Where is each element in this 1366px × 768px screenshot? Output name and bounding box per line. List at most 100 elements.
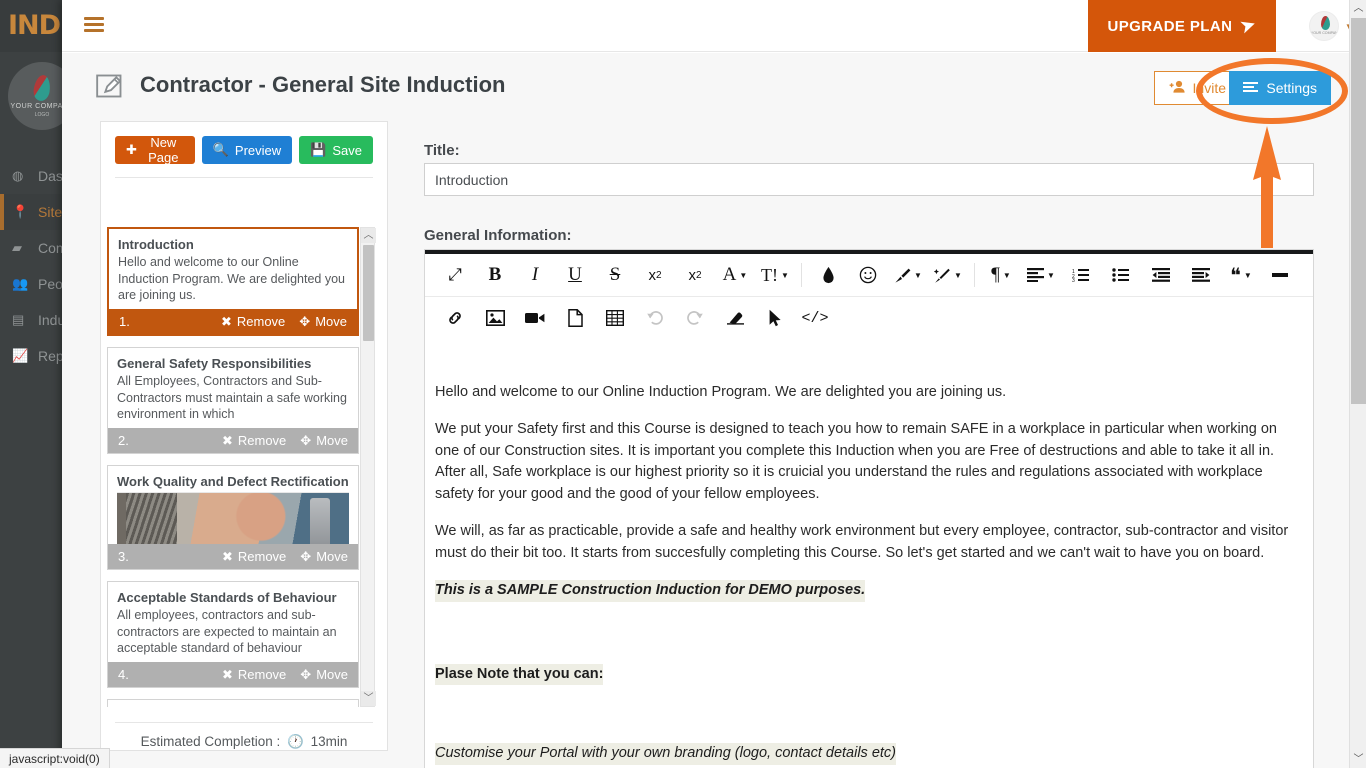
title-label: Title: [424,142,460,159]
insert-link-icon[interactable] [435,301,475,335]
preview-label: Preview [234,142,282,158]
new-page-button[interactable]: ✚ New Page [115,135,195,165]
page-card-footer: 3. ✖ Remove ✥ Move [108,544,358,569]
move-page-handle[interactable]: ✥ Move [300,667,348,683]
select-all-icon[interactable] [755,301,795,335]
dashboard-icon: ◍ [12,168,24,183]
editor-toolbar-row-2: </> [425,296,1313,339]
align-icon[interactable]: ▼ [1021,258,1061,292]
horizontal-rule-icon[interactable] [1261,258,1301,292]
page-card-thumbnail [117,492,349,544]
page-card[interactable]: General Safety Responsibilities All Empl… [107,347,359,454]
emoticon-icon[interactable] [848,258,888,292]
svg-text:3: 3 [1072,278,1075,282]
code-view-icon[interactable]: </> [795,301,835,335]
ordered-list-icon[interactable]: 123 [1061,258,1101,292]
paragraph-format-icon[interactable]: ¶ ▼ [981,258,1021,292]
page-card-excerpt: Hello and welcome to our Online Inductio… [118,255,345,302]
page-card-body: Introduction Hello and welcome to our On… [109,229,357,309]
remove-page-button[interactable]: ✖ Remove [222,667,286,683]
panel-footer-divider [115,722,373,723]
edit-pencil-icon [96,74,122,98]
page-card[interactable]: Acceptable Standards of Behaviour All em… [107,581,359,688]
upgrade-plan-button[interactable]: UPGRADE PLAN ➤ [1087,0,1276,52]
insert-image-icon[interactable] [475,301,515,335]
remove-page-button[interactable]: ✖ Remove [221,314,285,330]
save-button[interactable]: 💾 Save [299,136,373,164]
outdent-icon[interactable] [1141,258,1181,292]
settings-button[interactable]: Settings [1229,71,1331,105]
scroll-up-icon[interactable]: ︿ [361,228,376,243]
invite-label: Invite [1192,80,1226,96]
preview-button[interactable]: 🔍 Preview [201,136,293,164]
insert-table-icon[interactable] [595,301,635,335]
bold-icon[interactable]: B [475,258,515,292]
clock-icon: 🕐 [286,734,304,749]
page-card[interactable]: Accident Reporting [107,699,359,707]
scroll-down-icon[interactable]: ﹀ [361,691,376,706]
page-card-footer: 4. ✖ Remove ✥ Move [108,662,358,687]
title-input[interactable] [424,163,1314,196]
user-menu[interactable]: YOUR COMPANY ▾ [1309,6,1352,46]
remove-page-button[interactable]: ✖ Remove [222,549,286,565]
estimated-completion-value: 13min [310,734,348,749]
move-page-handle[interactable]: ✥ Move [299,314,347,330]
underline-icon[interactable]: U [555,258,595,292]
page-card-body: Acceptable Standards of Behaviour All em… [108,582,358,662]
scrollbar-thumb[interactable] [363,245,374,341]
page-card-body: Accident Reporting [108,700,358,707]
expand-arrows-icon[interactable]: ⤢ [435,258,475,292]
people-icon: 👥 [12,276,29,291]
insert-video-icon[interactable] [515,301,555,335]
page-card[interactable]: Work Quality and Defect Rectification 3.… [107,465,359,570]
font-family-icon[interactable]: A ▼ [715,258,755,292]
insert-file-icon[interactable] [555,301,595,335]
browser-status-bar: javascript:void(0) [0,748,110,768]
unordered-list-icon[interactable] [1101,258,1141,292]
upgrade-plan-label: UPGRADE PLAN [1107,17,1233,35]
undo-icon[interactable] [635,301,675,335]
page-title-row: Contractor - General Site Induction Invi… [62,53,1366,121]
paint-brush-icon[interactable]: ▼ [888,258,928,292]
move-page-handle[interactable]: ✥ Move [300,433,348,449]
clear-formatting-icon[interactable] [715,301,755,335]
leaf-logo-icon [32,74,52,102]
page-card[interactable]: Introduction Hello and welcome to our On… [107,227,359,336]
add-user-icon [1169,80,1185,96]
editor-content-area[interactable]: Hello and welcome to our Online Inductio… [425,368,1313,768]
subscript-icon[interactable]: x2 [635,258,675,292]
invite-button[interactable]: Invite [1153,71,1241,105]
italic-icon[interactable]: I [515,258,555,292]
strikethrough-icon[interactable]: S [595,258,635,292]
search-icon: 🔍 [212,142,229,157]
thumbnail-detail [309,497,331,544]
pages-panel: ✚ New Page 🔍 Preview 💾 Save Introduction… [100,121,388,751]
avatar-company-label: YOUR COMPANY [1310,31,1340,35]
page-scrollbar[interactable]: ︿ ﹀ [1349,0,1366,768]
hamburger-icon[interactable] [84,17,104,33]
pages-list-scrollbar[interactable]: ︿ ﹀ [360,227,376,707]
remove-page-button[interactable]: ✖ Remove [222,433,286,449]
quote-icon[interactable]: ❝ ▼ [1221,258,1261,292]
superscript-icon[interactable]: x2 [675,258,715,292]
settings-label: Settings [1266,80,1317,96]
arrows-move-icon: ✥ [299,313,311,329]
times-icon: ✖ [221,548,233,564]
scrollbar-thumb[interactable] [1351,18,1366,404]
indent-icon[interactable] [1181,258,1221,292]
content-band: Contractor - General Site Induction Invi… [62,53,1366,768]
page-title: Contractor - General Site Induction [140,72,506,97]
page-card-title: General Safety Responsibilities [117,356,312,371]
page-card-footer: 2. ✖ Remove ✥ Move [108,428,358,453]
page-card-excerpt: All employees, contractors and sub-contr… [117,608,337,655]
scroll-up-icon[interactable]: ︿ [1350,0,1366,17]
text-color-icon[interactable] [808,258,848,292]
scroll-down-icon[interactable]: ﹀ [1350,751,1366,768]
editor-paragraph: Hello and welcome to our Online Inductio… [435,384,1007,400]
move-page-handle[interactable]: ✥ Move [300,549,348,565]
times-icon: ✖ [221,432,233,448]
redo-icon[interactable] [675,301,715,335]
rich-text-editor: ⤢ B I U S x2 x2 A ▼ T! ▼ ▼ ▼ ¶ ▼ ▼ 1 2 3… [424,249,1314,768]
magic-wand-icon[interactable]: ▼ [928,258,968,292]
font-size-icon[interactable]: T! ▼ [755,258,795,292]
